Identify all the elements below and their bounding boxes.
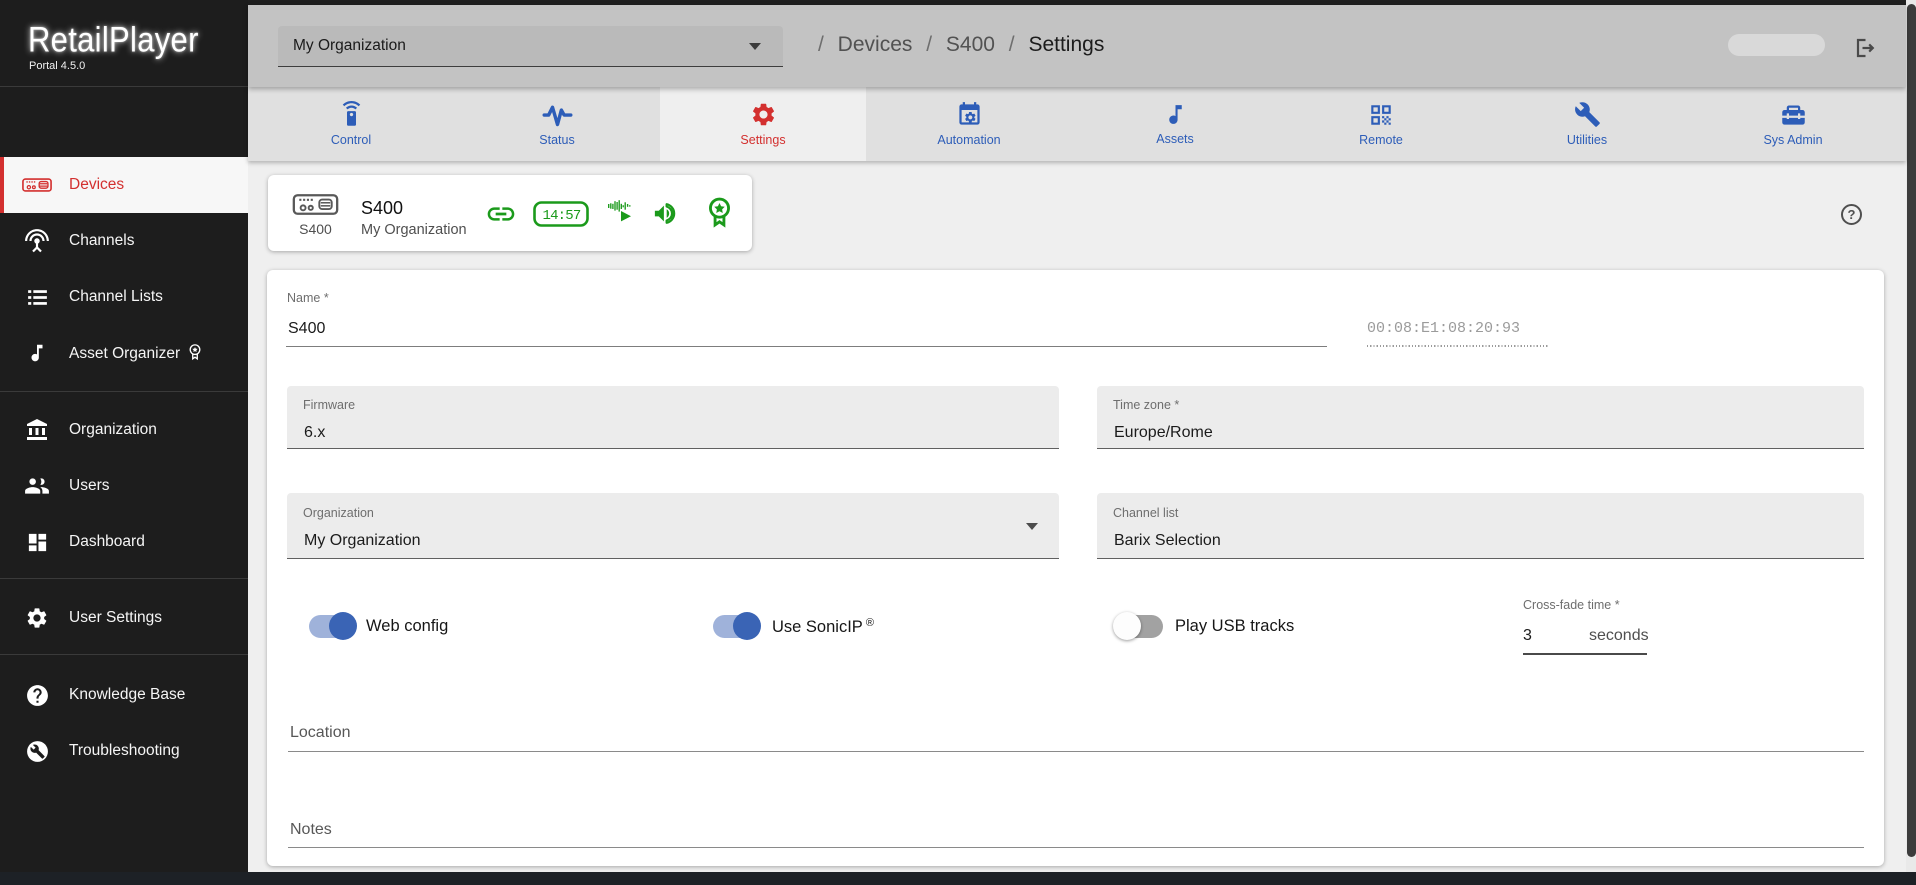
- svg-text:14:57: 14:57: [542, 208, 580, 224]
